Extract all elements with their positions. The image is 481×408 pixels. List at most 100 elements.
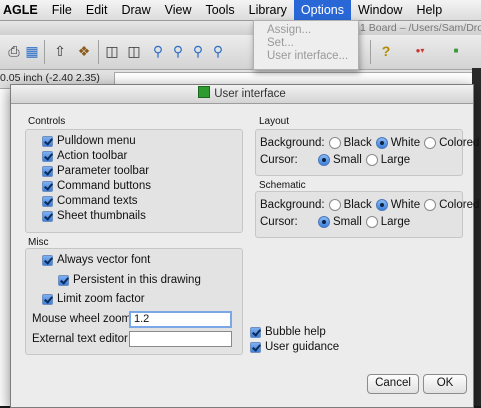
menu-view[interactable]: View (158, 0, 199, 20)
checkbox-command-buttons[interactable]: Command buttons (42, 180, 151, 192)
menu-library[interactable]: Library (242, 0, 294, 20)
layout-cursor-large-radio[interactable] (365, 154, 378, 166)
menu-item-assign[interactable]: Assign... (254, 24, 358, 37)
mouse-wheel-zoom-input[interactable]: 1.2 (129, 311, 232, 328)
checkbox-label: Action toolbar (57, 150, 128, 162)
checkbox-label: Bubble help (265, 326, 326, 338)
menu-edit[interactable]: Edit (79, 0, 115, 20)
layout-background-black-radio[interactable] (328, 137, 341, 149)
layout-background-colored-radio[interactable] (424, 137, 437, 149)
zoom-fit-icon[interactable]: ◫ (104, 43, 120, 59)
layout-cursor-row: Cursor: Small Large (260, 154, 410, 166)
checkbox-icon[interactable] (42, 135, 53, 147)
action-toolbar: ⎙ ▦ ⇧ ❖ ◫ ◫ ⚲ ⚲ ⚲ ⚲ ? ●▾ ■ (0, 35, 481, 70)
coordinate-readout: 0.05 inch (-2.40 2.35) (0, 72, 100, 84)
menu-file[interactable]: File (45, 0, 79, 20)
menu-tools[interactable]: Tools (198, 0, 241, 20)
checkbox-persistent[interactable]: Persistent in this drawing (58, 274, 201, 286)
layout-background-row: Background: Black White Colored (260, 137, 479, 149)
checkbox-icon[interactable] (42, 293, 53, 305)
checkbox-label: Limit zoom factor (57, 293, 145, 305)
schematic-background-row: Background: Black White Colored (260, 199, 479, 211)
checkbox-icon[interactable] (58, 274, 69, 286)
save-icon[interactable]: ▦ (24, 43, 40, 59)
layout-background-label: Background: (260, 137, 325, 149)
print-icon[interactable]: ⎙ (6, 43, 22, 59)
zoom-in-icon[interactable]: ⚲ (150, 43, 166, 59)
checkbox-icon[interactable] (250, 326, 261, 338)
schematic-background-colored-radio[interactable] (424, 199, 437, 211)
dialog-title: User interface (214, 88, 286, 100)
checkbox-user-guidance[interactable]: User guidance (250, 341, 339, 353)
schematic-cursor-label: Cursor: (260, 216, 298, 228)
checkbox-always-vector-font[interactable]: Always vector font (42, 254, 150, 266)
app-icon (198, 86, 211, 98)
external-text-editor-input[interactable] (129, 331, 232, 347)
checkbox-limit-zoom[interactable]: Limit zoom factor (42, 293, 145, 305)
checkbox-label: Sheet thumbnails (57, 210, 146, 222)
upload-icon[interactable]: ⇧ (52, 43, 68, 59)
layout-cursor-small-radio[interactable] (318, 154, 330, 166)
checkbox-icon[interactable] (42, 195, 53, 207)
external-text-editor-label: External text editor (32, 333, 128, 345)
toolbar-divider (370, 40, 371, 64)
checkbox-icon[interactable] (42, 150, 53, 162)
toolbar-divider (98, 40, 99, 64)
menu-window[interactable]: Window (351, 0, 409, 20)
checkbox-icon[interactable] (250, 341, 261, 353)
checkbox-command-texts[interactable]: Command texts (42, 195, 138, 207)
help-icon[interactable]: ? (378, 43, 394, 59)
zoom-out-icon[interactable]: ⚲ (170, 43, 186, 59)
schematic-cursor-small-radio[interactable] (318, 216, 330, 228)
menu-draw[interactable]: Draw (114, 0, 157, 20)
menu-item-set[interactable]: Set... (254, 37, 358, 50)
layout-background-white-radio[interactable] (375, 137, 388, 149)
menubar: AGLE File Edit Draw View Tools Library O… (0, 0, 481, 21)
zoom-redraw-icon[interactable]: ⚲ (190, 43, 206, 59)
radio-label: Black (343, 137, 372, 149)
checkbox-label: Persistent in this drawing (73, 274, 201, 286)
app-window-title: 1 Board – /Users/Sam/Dropb (0, 21, 481, 35)
options-dropdown: Assign... Set... User interface... (253, 20, 359, 70)
menu-app[interactable]: AGLE (0, 0, 45, 20)
checkbox-icon[interactable] (42, 254, 53, 266)
schematic-background-label: Background: (260, 199, 325, 211)
layout-group-label: Layout (259, 116, 290, 127)
checkbox-parameter-toolbar[interactable]: Parameter toolbar (42, 165, 149, 177)
toolbar-divider (44, 40, 45, 64)
checkbox-action-toolbar[interactable]: Action toolbar (42, 150, 127, 162)
dialog-titlebar: User interface (11, 85, 473, 104)
design-link-icon[interactable]: ●▾ (405, 43, 435, 59)
checkbox-label: Pulldown menu (57, 135, 136, 147)
misc-group-label: Misc (28, 237, 49, 248)
radio-label: White (390, 199, 421, 211)
checkbox-label: Command texts (57, 195, 138, 207)
zoom-last-icon[interactable]: ⚲ (210, 43, 226, 59)
radio-label: Colored (439, 137, 480, 149)
checkbox-icon[interactable] (42, 165, 53, 177)
cancel-button[interactable]: Cancel (367, 374, 419, 394)
ok-button[interactable]: OK (423, 374, 467, 394)
menu-options[interactable]: Options (293, 0, 351, 20)
checkbox-icon[interactable] (42, 180, 53, 192)
checkbox-label: User guidance (265, 341, 340, 353)
radio-label: Large (380, 216, 411, 228)
checkbox-icon[interactable] (42, 210, 53, 222)
menu-help[interactable]: Help (409, 0, 449, 20)
checkbox-sheet-thumbnails[interactable]: Sheet thumbnails (42, 210, 146, 222)
zoom-select-icon[interactable]: ◫ (126, 43, 142, 59)
radio-label: Colored (439, 199, 480, 211)
script-icon[interactable]: ❖ (76, 43, 92, 59)
user-interface-dialog: User interface Controls Pulldown menu Ac… (10, 84, 479, 408)
checkbox-label: Command buttons (57, 180, 151, 192)
checkbox-pulldown-menu[interactable]: Pulldown menu (42, 135, 136, 147)
schematic-background-white-radio[interactable] (375, 199, 388, 211)
radio-label: Small (333, 154, 362, 166)
menu-item-user-interface[interactable]: User interface... (254, 50, 358, 63)
checkbox-bubble-help[interactable]: Bubble help (250, 326, 326, 338)
schematic-background-black-radio[interactable] (328, 199, 341, 211)
pcb-icon[interactable]: ■ (444, 43, 468, 59)
radio-label: White (390, 137, 421, 149)
radio-label: Large (380, 154, 411, 166)
schematic-cursor-large-radio[interactable] (365, 216, 378, 228)
